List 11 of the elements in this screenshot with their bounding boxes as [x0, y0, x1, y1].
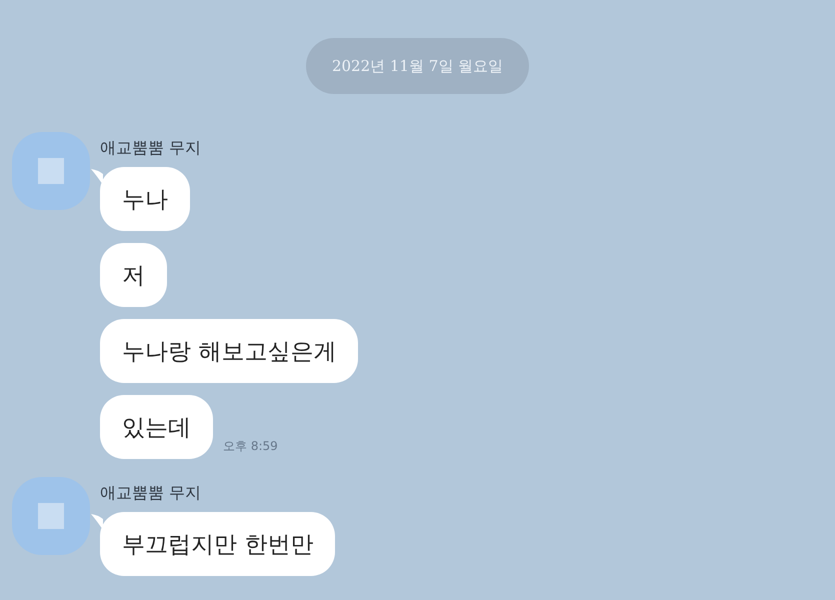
bubble-tail — [91, 514, 103, 530]
message-bubble: 누나랑 해보고싶은게 — [100, 319, 358, 383]
profile-avatar[interactable] — [12, 477, 90, 555]
message-time: 오후 8:59 — [223, 438, 278, 455]
sender-name: 애교뿜뿜 무지 — [100, 483, 202, 504]
bubble-tail — [91, 169, 103, 185]
message-bubble: 있는데 — [100, 395, 213, 459]
date-divider: 2022년 11월 7일 월요일 — [306, 38, 530, 94]
message-bubble: 저 — [100, 243, 167, 307]
profile-avatar[interactable] — [12, 132, 90, 210]
sender-name: 애교뿜뿜 무지 — [100, 138, 202, 159]
